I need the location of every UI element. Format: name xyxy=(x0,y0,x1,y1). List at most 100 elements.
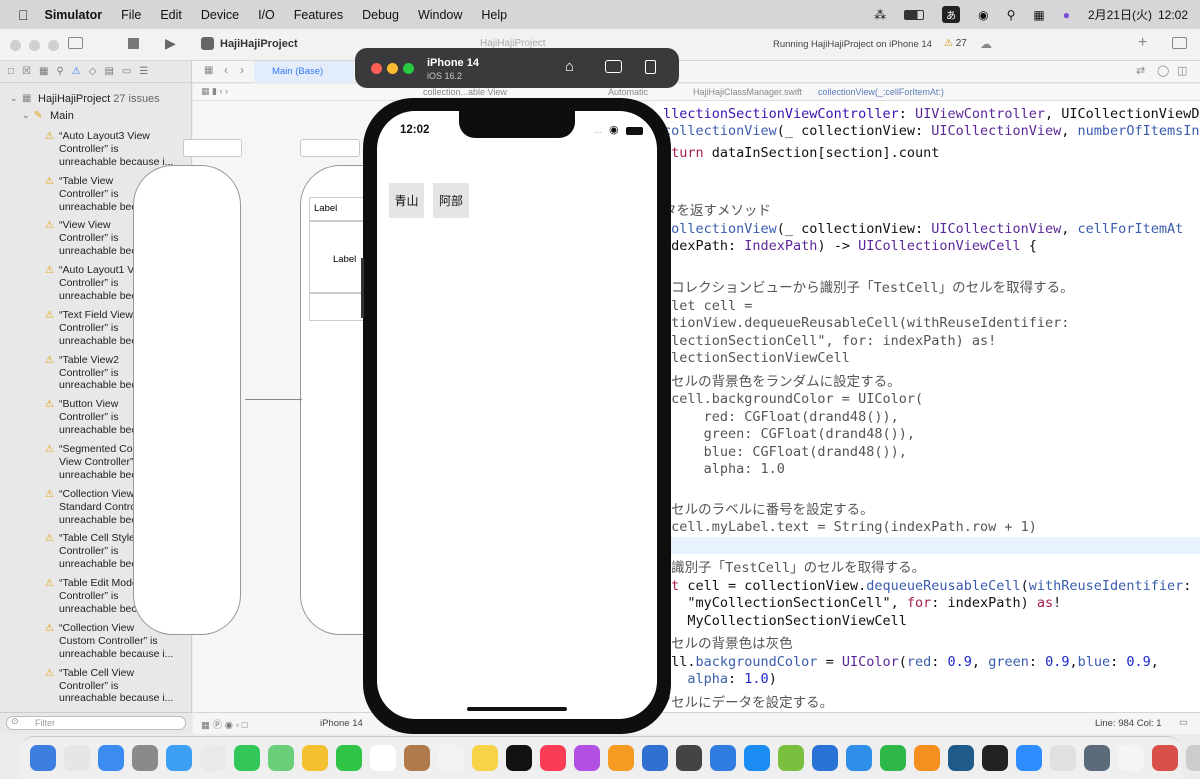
menu-help[interactable]: Help xyxy=(481,8,507,22)
scene-title-field[interactable] xyxy=(300,139,360,157)
dock-app-icon[interactable] xyxy=(710,745,736,771)
menu-window[interactable]: Window xyxy=(418,8,462,22)
forward-icon[interactable]: › xyxy=(240,63,244,77)
zoom-window-button[interactable] xyxy=(48,40,59,51)
close-window-button[interactable] xyxy=(10,40,21,51)
jump-automatic[interactable]: Automatic xyxy=(608,87,648,97)
dock-app-icon[interactable] xyxy=(1186,745,1200,771)
scene-title-field[interactable] xyxy=(183,139,242,157)
disclosure-open-icon[interactable]: ⌄ xyxy=(10,93,22,104)
zoom-simulator-button[interactable] xyxy=(403,63,414,74)
dock-app-icon[interactable] xyxy=(234,745,260,771)
dock-app-icon[interactable] xyxy=(166,745,192,771)
issue-navigator-icon[interactable]: ⚠ xyxy=(72,66,81,77)
dock-app-icon[interactable] xyxy=(336,745,362,771)
dock-app-icon[interactable] xyxy=(914,745,940,771)
debug-navigator-icon[interactable]: ▤ xyxy=(104,66,113,77)
dock-app-icon[interactable] xyxy=(506,745,532,771)
screenshot-icon[interactable] xyxy=(605,60,622,73)
canvas-device-label[interactable]: iPhone 14 xyxy=(320,718,363,729)
menu-debug[interactable]: Debug xyxy=(362,8,399,22)
dock-app-icon[interactable] xyxy=(608,745,634,771)
dock-app-icon[interactable] xyxy=(676,745,702,771)
related-items-icon[interactable]: ⇄ xyxy=(1136,64,1145,77)
issue-row[interactable]: ⚠ “Auto Layout3 View Controller” is unrea… xyxy=(45,130,183,169)
dock-app-icon[interactable] xyxy=(268,745,294,771)
inspector-area-toggle-icon[interactable]: ▭ xyxy=(1179,717,1188,728)
menu-io[interactable]: I/O xyxy=(258,8,275,22)
project-row[interactable]: ⌄ ▦ HajiHajiProject 27 issues xyxy=(10,90,191,107)
issue-row[interactable]: ⚠ “Table Cell View Controller” is unreach… xyxy=(45,667,183,706)
spotlight-search-icon[interactable]: ⚲ xyxy=(1007,8,1016,22)
cell-label[interactable]: Label xyxy=(333,254,356,265)
close-simulator-button[interactable] xyxy=(371,63,382,74)
siri-icon[interactable]: ● xyxy=(1063,8,1070,22)
bluetooth-icon[interactable]: ⁂ xyxy=(874,8,886,22)
collection-view-cell[interactable]: 阿部 xyxy=(433,183,469,218)
dock-app-icon[interactable] xyxy=(1084,745,1110,771)
dock-app-icon[interactable] xyxy=(370,745,396,771)
dock-app-icon[interactable] xyxy=(438,745,464,771)
breakpoint-navigator-icon[interactable]: ▭ xyxy=(122,66,131,77)
dock-app-icon[interactable] xyxy=(132,745,158,771)
disclosure-open-icon[interactable]: ⌄ xyxy=(22,110,34,121)
menu-edit[interactable]: Edit xyxy=(160,8,182,22)
test-navigator-icon[interactable]: ◇ xyxy=(89,66,97,77)
menu-features[interactable]: Features xyxy=(294,8,343,22)
menu-file[interactable]: File xyxy=(121,8,141,22)
add-library-button[interactable]: + xyxy=(1138,34,1147,52)
rotate-device-icon[interactable] xyxy=(645,60,656,74)
dock-app-icon[interactable] xyxy=(574,745,600,771)
split-editor-icon[interactable]: ◫ xyxy=(1177,64,1187,77)
dock-app-icon[interactable] xyxy=(778,745,804,771)
inspector-toggle-icon[interactable] xyxy=(1172,37,1187,49)
navigator-toggle-icon[interactable] xyxy=(68,37,83,49)
dock-app-icon[interactable] xyxy=(880,745,906,771)
dock-app-icon[interactable] xyxy=(1118,745,1144,771)
jump-file[interactable]: HajiHajiClassManager.swift xyxy=(693,87,802,97)
group-row-main[interactable]: ⌄ ✎ Main xyxy=(22,107,191,124)
menubar-time[interactable]: 12:02 xyxy=(1158,8,1188,22)
dock-app-icon[interactable] xyxy=(982,745,1008,771)
collection-cell[interactable] xyxy=(309,293,369,321)
canvas-control-icons[interactable]: ▦ Ⓟ ◉ ▫ □ xyxy=(201,717,247,731)
dock-app-icon[interactable] xyxy=(846,745,872,771)
dock-app-icon[interactable] xyxy=(1016,745,1042,771)
dock-app-icon[interactable] xyxy=(30,745,56,771)
collection-view-cell[interactable]: 青山 xyxy=(389,183,424,218)
grid-icon[interactable]: ▦ xyxy=(204,65,213,76)
minimize-window-button[interactable] xyxy=(29,40,40,51)
menubar-date[interactable]: 2月21日(火) xyxy=(1088,6,1152,23)
jump-scene[interactable]: collection...able View xyxy=(423,87,507,97)
find-navigator-icon[interactable]: ⚲ xyxy=(56,66,63,77)
run-button[interactable]: ▶ xyxy=(165,35,176,52)
jump-function[interactable]: collectionView(_:cellForItemAt:) xyxy=(818,87,944,97)
battery-icon[interactable] xyxy=(904,9,925,20)
input-method-indicator[interactable]: あ xyxy=(942,6,961,23)
source-editor[interactable]: llectionSectionViewController: UIViewCon… xyxy=(655,101,1200,712)
tab-main-storyboard[interactable]: Main (Base) xyxy=(254,61,354,83)
minimize-simulator-button[interactable] xyxy=(387,63,398,74)
warning-count[interactable]: ⚠ 27 xyxy=(944,38,967,49)
adjust-editor-icon[interactable]: ◯ xyxy=(1157,64,1169,77)
dock-app-icon[interactable] xyxy=(1050,745,1076,771)
report-navigator-icon[interactable]: ☰ xyxy=(139,66,148,77)
filter-input[interactable]: Filter xyxy=(6,716,186,730)
dock-app-icon[interactable] xyxy=(540,745,566,771)
project-navigator-icon[interactable]: □ xyxy=(8,66,14,77)
source-control-icon[interactable]: ☒ xyxy=(22,66,31,77)
dock-app-icon[interactable] xyxy=(812,745,838,771)
dock-app-icon[interactable] xyxy=(64,745,90,771)
menu-app-name[interactable]: Simulator xyxy=(45,8,103,22)
scene-device-frame[interactable] xyxy=(133,165,241,635)
home-button-icon[interactable]: ⌂ xyxy=(565,58,574,75)
dock-app-icon[interactable] xyxy=(744,745,770,771)
dock-app-icon[interactable] xyxy=(302,745,328,771)
menu-device[interactable]: Device xyxy=(201,8,239,22)
control-center-icon[interactable]: ▦ xyxy=(1033,8,1044,22)
dock-app-icon[interactable] xyxy=(472,745,498,771)
dock-app-icon[interactable] xyxy=(98,745,124,771)
cell-label[interactable]: Label xyxy=(309,197,369,221)
home-indicator[interactable] xyxy=(467,707,567,711)
symbol-navigator-icon[interactable]: ▦ xyxy=(39,66,48,77)
